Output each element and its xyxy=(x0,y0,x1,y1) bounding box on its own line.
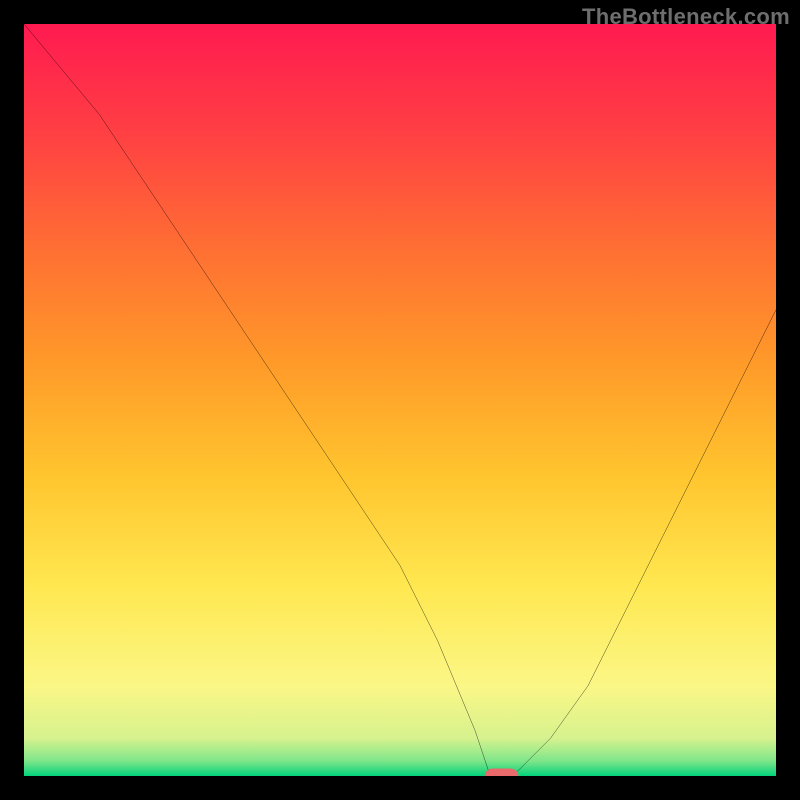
attribution-label: TheBottleneck.com xyxy=(582,4,790,30)
plot-background xyxy=(24,24,776,776)
chart-frame: TheBottleneck.com xyxy=(0,0,800,800)
bottleneck-plot xyxy=(24,24,776,776)
optimum-marker xyxy=(485,768,519,776)
